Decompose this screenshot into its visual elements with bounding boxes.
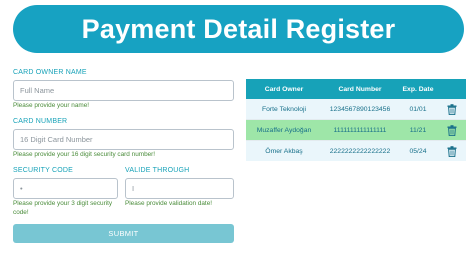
cell-exp: 05/24 <box>409 147 427 155</box>
submit-button[interactable]: SUBMIT <box>13 224 234 243</box>
card-number-input[interactable] <box>13 129 234 150</box>
table-row[interactable]: Muzaffer Aydoğan 1111111111111111 11/21 <box>246 120 466 140</box>
card-owner-label: CARD OWNER NAME <box>13 69 87 76</box>
table-row[interactable]: Forte Teknoloji 1234567890123456 01/01 <box>246 99 466 119</box>
delete-button[interactable] <box>438 103 466 115</box>
cell-owner: Ömer Akbaş <box>265 147 303 155</box>
security-code-input[interactable] <box>13 178 118 199</box>
header-card-number: Card Number <box>338 85 382 93</box>
cell-owner: Muzaffer Aydoğan <box>256 126 312 134</box>
delete-button[interactable] <box>438 145 466 157</box>
cell-exp: 11/21 <box>409 126 427 134</box>
cell-number: 1234567890123456 <box>329 105 391 113</box>
cell-exp: 01/01 <box>409 105 427 113</box>
security-code-error: Please provide your 3 digit security cod… <box>13 200 113 216</box>
table-row[interactable]: Ömer Akbaş 2222222222222222 05/24 <box>246 141 466 161</box>
valid-through-label: VALIDE THROUGH <box>125 167 190 174</box>
title-banner: Payment Detail Register <box>13 5 464 53</box>
header-exp-date: Exp. Date <box>402 85 434 93</box>
cell-number: 1111111111111111 <box>333 126 387 134</box>
valid-through-input[interactable] <box>125 178 234 199</box>
page-title: Payment Detail Register <box>81 13 396 44</box>
cell-owner: Forte Teknoloji <box>261 105 307 113</box>
trash-icon <box>447 124 457 136</box>
security-code-label: SECURITY CODE <box>13 167 74 174</box>
header-card-owner: Card Owner <box>264 85 304 93</box>
valid-through-error: Please provide validation date! <box>125 200 213 207</box>
trash-icon <box>447 145 457 157</box>
card-number-error: Please provide your 16 digit security ca… <box>13 151 156 158</box>
delete-button[interactable] <box>438 124 466 136</box>
table-header: Card Owner Card Number Exp. Date <box>246 79 466 99</box>
card-number-label: CARD NUMBER <box>13 118 68 125</box>
card-owner-error: Please provide your name! <box>13 102 90 109</box>
payment-table: Card Owner Card Number Exp. Date Forte T… <box>246 79 466 161</box>
cell-number: 2222222222222222 <box>329 147 391 155</box>
card-owner-input[interactable] <box>13 80 234 101</box>
trash-icon <box>447 103 457 115</box>
